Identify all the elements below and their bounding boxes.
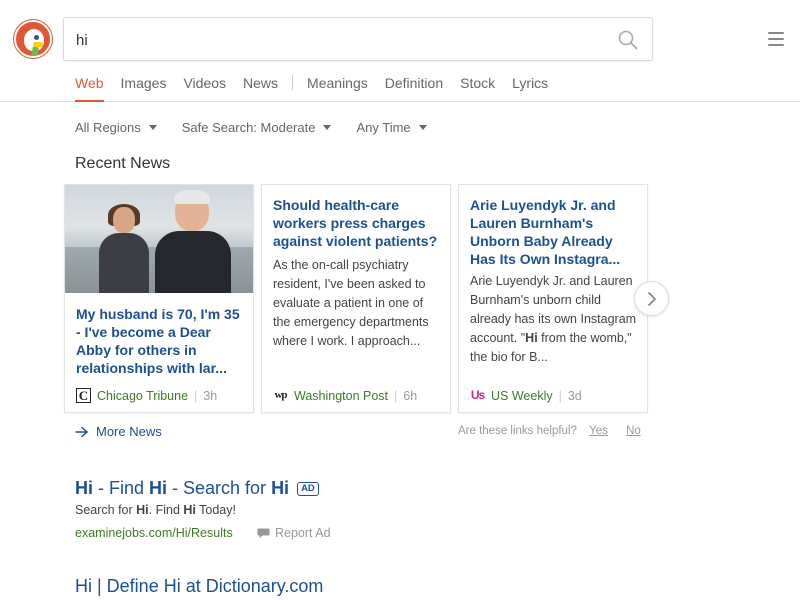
search-button[interactable] bbox=[618, 30, 638, 50]
source-separator: | bbox=[558, 388, 562, 403]
tab-divider bbox=[292, 75, 294, 90]
menu-bar bbox=[768, 44, 784, 46]
title-text: - Find bbox=[93, 478, 150, 498]
title-text: - Search for bbox=[167, 478, 272, 498]
news-time: 3d bbox=[567, 388, 582, 403]
news-card[interactable]: My husband is 70, I'm 35 - I've become a… bbox=[64, 184, 254, 413]
news-source-name: US Weekly bbox=[491, 388, 553, 403]
header: Web Images Videos News Meanings Definiti… bbox=[0, 0, 800, 102]
ad-result-snippet: Search for Hi. Find Hi Today! bbox=[75, 503, 236, 517]
caret-down-icon bbox=[418, 125, 427, 131]
duckduckgo-logo-icon[interactable] bbox=[14, 20, 52, 58]
snippet-highlight: Hi bbox=[525, 331, 538, 345]
source-separator: | bbox=[394, 388, 398, 403]
more-news-label: More News bbox=[96, 424, 162, 439]
news-card[interactable]: Arie Luyendyk Jr. and Lauren Burnham's U… bbox=[458, 184, 648, 413]
title-highlight: Hi bbox=[149, 478, 168, 498]
safe-search-label: Safe Search: Moderate bbox=[181, 120, 316, 135]
news-source-name: Chicago Tribune bbox=[97, 388, 189, 403]
search-input[interactable] bbox=[76, 29, 596, 51]
time-filter-label: Any Time bbox=[356, 120, 411, 135]
helpful-no-link[interactable]: No bbox=[626, 425, 641, 437]
search-tabs: Web Images Videos News Meanings Definiti… bbox=[75, 74, 565, 102]
title-highlight: Hi bbox=[271, 478, 290, 498]
speech-bubble-icon bbox=[257, 528, 270, 538]
news-next-button[interactable] bbox=[634, 281, 669, 316]
helpful-feedback: Are these links helpful? Yes No bbox=[458, 425, 641, 437]
helpful-yes-link[interactable]: Yes bbox=[589, 425, 608, 437]
snippet-text: Today! bbox=[195, 503, 236, 517]
tab-stock[interactable]: Stock bbox=[460, 74, 495, 102]
helpful-question: Are these links helpful? bbox=[458, 425, 577, 437]
ad-badge: AD bbox=[297, 482, 319, 496]
news-card-title[interactable]: Arie Luyendyk Jr. and Lauren Burnham's U… bbox=[470, 196, 640, 268]
title-highlight: Hi bbox=[75, 478, 93, 498]
image-person-head bbox=[113, 207, 135, 233]
tab-meanings[interactable]: Meanings bbox=[307, 74, 368, 102]
news-card-title[interactable]: My husband is 70, I'm 35 - I've become a… bbox=[76, 305, 246, 377]
more-news-link[interactable]: More News bbox=[75, 424, 162, 439]
search-icon bbox=[618, 30, 638, 50]
image-person-hair bbox=[174, 190, 210, 204]
news-card-source: C Chicago Tribune | 3h bbox=[76, 388, 217, 403]
image-person bbox=[99, 204, 149, 293]
snippet-highlight: Hi bbox=[136, 503, 149, 517]
recent-news-heading: Recent News bbox=[75, 155, 171, 172]
tab-images[interactable]: Images bbox=[121, 74, 167, 102]
news-card-source: wp Washington Post | 6h bbox=[273, 388, 417, 403]
menu-bar bbox=[768, 32, 784, 34]
region-filter-label: All Regions bbox=[75, 120, 141, 135]
image-person-body bbox=[155, 231, 231, 293]
tab-news[interactable]: News bbox=[243, 74, 278, 102]
snippet-highlight: Hi bbox=[183, 503, 196, 517]
source-separator: | bbox=[194, 388, 198, 403]
caret-down-icon bbox=[323, 125, 332, 131]
search-box bbox=[63, 17, 653, 61]
news-time: 6h bbox=[403, 388, 418, 403]
duck-tie bbox=[31, 46, 39, 56]
chicago-tribune-icon: C bbox=[76, 388, 91, 403]
tab-web[interactable]: Web bbox=[75, 74, 104, 102]
tab-videos[interactable]: Videos bbox=[183, 74, 226, 102]
ad-result-url[interactable]: examinejobs.com/Hi/Results bbox=[75, 526, 233, 540]
image-person bbox=[155, 190, 231, 293]
image-person-body bbox=[99, 233, 149, 293]
news-source-name: Washington Post bbox=[294, 388, 389, 403]
result-title-link[interactable]: Hi | Define Hi at Dictionary.com bbox=[75, 576, 323, 597]
time-filter-dropdown[interactable]: Any Time bbox=[356, 120, 427, 135]
news-time: 3h bbox=[203, 388, 218, 403]
news-card[interactable]: Should health-care workers press charges… bbox=[261, 184, 451, 413]
arrow-right-icon bbox=[75, 426, 88, 437]
news-card-snippet: As the on-call psychiatry resident, I've… bbox=[273, 258, 429, 348]
tab-lyrics[interactable]: Lyrics bbox=[512, 74, 548, 102]
snippet-text: Search for bbox=[75, 503, 137, 517]
washington-post-icon: wp bbox=[274, 389, 287, 401]
safe-search-dropdown[interactable]: Safe Search: Moderate bbox=[182, 120, 332, 135]
caret-down-icon bbox=[148, 125, 157, 131]
filter-bar: All Regions Safe Search: Moderate Any Ti… bbox=[75, 120, 452, 135]
tab-definition[interactable]: Definition bbox=[385, 74, 443, 102]
report-ad-label: Report Ad bbox=[275, 526, 331, 540]
report-ad-button[interactable]: Report Ad bbox=[257, 526, 331, 540]
chevron-right-icon bbox=[648, 292, 656, 306]
news-card-snippet: Arie Luyendyk Jr. and Lauren Burnham's u… bbox=[470, 272, 640, 367]
hamburger-menu-icon[interactable] bbox=[768, 32, 784, 46]
duck-eye bbox=[34, 35, 39, 40]
region-filter-dropdown[interactable]: All Regions bbox=[75, 120, 157, 135]
news-card-title[interactable]: Should health-care workers press charges… bbox=[273, 196, 443, 250]
us-weekly-icon: Us bbox=[470, 388, 485, 402]
news-card-source: Us US Weekly | 3d bbox=[470, 388, 582, 403]
snippet-text: . Find bbox=[148, 503, 184, 517]
menu-bar bbox=[768, 38, 784, 40]
ad-result-title-link[interactable]: Hi - Find Hi - Search for Hi AD bbox=[75, 478, 319, 499]
news-card-image bbox=[65, 185, 253, 293]
